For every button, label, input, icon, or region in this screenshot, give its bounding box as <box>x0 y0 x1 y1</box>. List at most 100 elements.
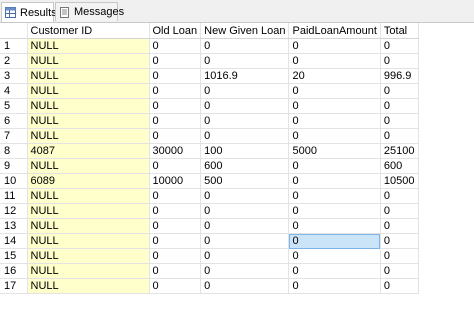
row-number[interactable]: 16 <box>0 263 28 279</box>
tab-messages[interactable]: Messages <box>55 2 124 21</box>
customer-id-cell[interactable]: NULL <box>27 83 150 99</box>
customer-id-cell[interactable]: NULL <box>27 98 150 114</box>
total-cell[interactable]: 0 <box>380 98 419 114</box>
paid-loan-amount-cell[interactable]: 0 <box>288 203 381 219</box>
paid-loan-amount-cell-selected[interactable]: 0 <box>288 233 381 249</box>
customer-id-cell[interactable]: NULL <box>27 218 150 234</box>
old-loan-cell[interactable]: 30000 <box>149 143 202 159</box>
new-given-loan-cell[interactable]: 500 <box>200 173 290 189</box>
paid-loan-amount-cell[interactable]: 0 <box>288 188 381 204</box>
paid-loan-amount-cell[interactable]: 0 <box>288 53 381 69</box>
total-cell[interactable]: 25100 <box>380 143 419 159</box>
total-cell[interactable]: 0 <box>380 113 419 129</box>
paid-loan-amount-cell[interactable]: 0 <box>288 128 381 144</box>
paid-loan-amount-cell[interactable]: 0 <box>288 98 381 114</box>
total-cell[interactable]: 10500 <box>380 173 419 189</box>
customer-id-cell[interactable]: NULL <box>27 38 150 54</box>
row-number[interactable]: 11 <box>0 188 28 204</box>
column-header-paid-loan-amount[interactable]: PaidLoanAmount <box>288 23 381 39</box>
row-number[interactable]: 4 <box>0 83 28 99</box>
total-cell[interactable]: 0 <box>380 278 419 294</box>
new-given-loan-cell[interactable]: 0 <box>200 83 290 99</box>
old-loan-cell[interactable]: 0 <box>149 233 202 249</box>
column-header-rownum[interactable] <box>0 23 28 39</box>
new-given-loan-cell[interactable]: 0 <box>200 98 290 114</box>
old-loan-cell[interactable]: 0 <box>149 98 202 114</box>
old-loan-cell[interactable]: 0 <box>149 158 202 174</box>
old-loan-cell[interactable]: 0 <box>149 53 202 69</box>
row-number[interactable]: 5 <box>0 98 28 114</box>
paid-loan-amount-cell[interactable]: 0 <box>288 263 381 279</box>
customer-id-cell[interactable]: NULL <box>27 113 150 129</box>
new-given-loan-cell[interactable]: 0 <box>200 38 290 54</box>
column-header-customer-id[interactable]: Customer ID <box>27 23 150 39</box>
new-given-loan-cell[interactable]: 0 <box>200 248 290 264</box>
old-loan-cell[interactable]: 0 <box>149 278 202 294</box>
paid-loan-amount-cell[interactable]: 0 <box>288 218 381 234</box>
old-loan-cell[interactable]: 0 <box>149 248 202 264</box>
row-number[interactable]: 6 <box>0 113 28 129</box>
total-cell[interactable]: 0 <box>380 248 419 264</box>
row-number[interactable]: 8 <box>0 143 28 159</box>
column-header-total[interactable]: Total <box>380 23 419 39</box>
customer-id-cell[interactable]: NULL <box>27 263 150 279</box>
old-loan-cell[interactable]: 0 <box>149 128 202 144</box>
total-cell[interactable]: 0 <box>380 53 419 69</box>
total-cell[interactable]: 0 <box>380 128 419 144</box>
paid-loan-amount-cell[interactable]: 0 <box>288 83 381 99</box>
total-cell[interactable]: 600 <box>380 158 419 174</box>
total-cell[interactable]: 0 <box>380 233 419 249</box>
customer-id-cell[interactable]: NULL <box>27 68 150 84</box>
paid-loan-amount-cell[interactable]: 0 <box>288 278 381 294</box>
paid-loan-amount-cell[interactable]: 20 <box>288 68 381 84</box>
results-grid[interactable]: Customer ID Old Loan New Given Loan Paid… <box>0 23 474 294</box>
row-number[interactable]: 15 <box>0 248 28 264</box>
row-number[interactable]: 2 <box>0 53 28 69</box>
customer-id-cell[interactable]: NULL <box>27 203 150 219</box>
total-cell[interactable]: 0 <box>380 263 419 279</box>
new-given-loan-cell[interactable]: 0 <box>200 233 290 249</box>
new-given-loan-cell[interactable]: 100 <box>200 143 290 159</box>
total-cell[interactable]: 0 <box>380 218 419 234</box>
new-given-loan-cell[interactable]: 1016.9 <box>200 68 290 84</box>
old-loan-cell[interactable]: 0 <box>149 218 202 234</box>
total-cell[interactable]: 0 <box>380 203 419 219</box>
new-given-loan-cell[interactable]: 0 <box>200 188 290 204</box>
row-number[interactable]: 1 <box>0 38 28 54</box>
customer-id-cell[interactable]: NULL <box>27 128 150 144</box>
paid-loan-amount-cell[interactable]: 0 <box>288 173 381 189</box>
column-header-new-given-loan[interactable]: New Given Loan <box>200 23 290 39</box>
customer-id-cell[interactable]: NULL <box>27 158 150 174</box>
old-loan-cell[interactable]: 0 <box>149 68 202 84</box>
row-number[interactable]: 9 <box>0 158 28 174</box>
tab-results[interactable]: Results <box>1 2 57 22</box>
paid-loan-amount-cell[interactable]: 5000 <box>288 143 381 159</box>
column-header-old-loan[interactable]: Old Loan <box>149 23 202 39</box>
total-cell[interactable]: 0 <box>380 188 419 204</box>
paid-loan-amount-cell[interactable]: 0 <box>288 158 381 174</box>
old-loan-cell[interactable]: 10000 <box>149 173 202 189</box>
customer-id-cell[interactable]: NULL <box>27 248 150 264</box>
row-number[interactable]: 13 <box>0 218 28 234</box>
new-given-loan-cell[interactable]: 0 <box>200 203 290 219</box>
total-cell[interactable]: 0 <box>380 83 419 99</box>
row-number[interactable]: 3 <box>0 68 28 84</box>
customer-id-cell[interactable]: NULL <box>27 233 150 249</box>
total-cell[interactable]: 0 <box>380 38 419 54</box>
new-given-loan-cell[interactable]: 0 <box>200 113 290 129</box>
new-given-loan-cell[interactable]: 0 <box>200 218 290 234</box>
customer-id-cell[interactable]: 4087 <box>27 143 150 159</box>
customer-id-cell[interactable]: NULL <box>27 278 150 294</box>
old-loan-cell[interactable]: 0 <box>149 203 202 219</box>
row-number[interactable]: 10 <box>0 173 28 189</box>
old-loan-cell[interactable]: 0 <box>149 263 202 279</box>
paid-loan-amount-cell[interactable]: 0 <box>288 248 381 264</box>
old-loan-cell[interactable]: 0 <box>149 113 202 129</box>
new-given-loan-cell[interactable]: 0 <box>200 53 290 69</box>
new-given-loan-cell[interactable]: 0 <box>200 128 290 144</box>
total-cell[interactable]: 996.9 <box>380 68 419 84</box>
row-number[interactable]: 12 <box>0 203 28 219</box>
paid-loan-amount-cell[interactable]: 0 <box>288 113 381 129</box>
customer-id-cell[interactable]: NULL <box>27 188 150 204</box>
new-given-loan-cell[interactable]: 600 <box>200 158 290 174</box>
